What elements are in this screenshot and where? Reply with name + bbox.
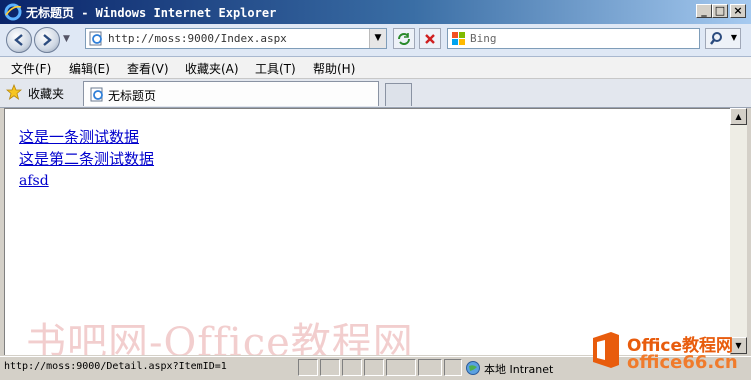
search-button[interactable]: ▼: [705, 28, 741, 49]
favorites-label: 收藏夹: [28, 87, 65, 101]
security-zone-label: 本地 Intranet: [484, 363, 554, 376]
status-cell: [320, 359, 340, 376]
status-cell: [418, 359, 442, 376]
forward-arrow-icon: [43, 34, 52, 46]
address-field[interactable]: http://moss:9000/Index.aspx ▼: [85, 28, 387, 49]
back-button[interactable]: [6, 27, 32, 53]
intranet-zone-icon: [466, 361, 480, 375]
recent-pages-dropdown[interactable]: ▼: [63, 34, 73, 44]
search-icon: [710, 32, 722, 45]
menu-favorites[interactable]: 收藏夹(A): [185, 60, 239, 77]
minimize-button[interactable]: _: [696, 4, 712, 18]
content-link-3[interactable]: afsd: [19, 173, 49, 189]
status-cell: [386, 359, 416, 376]
maximize-button[interactable]: □: [712, 4, 728, 18]
tab-page-icon: [90, 87, 103, 102]
search-options-dropdown-icon[interactable]: ▼: [731, 33, 737, 42]
forward-button[interactable]: [34, 27, 60, 53]
vertical-scrollbar[interactable]: ▲ ▼: [730, 108, 747, 354]
ie-page-icon: [89, 31, 102, 46]
status-cell: [364, 359, 384, 376]
status-cell: [298, 359, 318, 376]
menu-edit[interactable]: 编辑(E): [69, 60, 110, 77]
menu-file[interactable]: 文件(F): [11, 60, 51, 77]
search-box[interactable]: [447, 28, 700, 49]
title-bar: 无标题页 - Windows Internet Explorer _ □ ×: [0, 0, 751, 24]
status-text: http://moss:9000/Detail.aspx?ItemID=1: [4, 361, 227, 372]
new-tab-button[interactable]: [385, 83, 412, 106]
watermark: 书吧网-Office教程网: [26, 320, 414, 355]
content-link-2[interactable]: 这是第二条测试数据: [19, 148, 154, 169]
stop-button[interactable]: [419, 28, 441, 49]
menu-tools[interactable]: 工具(T): [255, 60, 296, 77]
status-cell: [342, 359, 362, 376]
tab-active[interactable]: 无标题页: [83, 81, 379, 106]
menu-view[interactable]: 查看(V): [127, 60, 169, 77]
tab-label: 无标题页: [108, 89, 157, 103]
search-input[interactable]: [470, 30, 690, 46]
close-button[interactable]: ×: [730, 4, 746, 18]
menu-bar: 文件(F) 编辑(E) 查看(V) 收藏夹(A) 工具(T) 帮助(H): [0, 57, 751, 79]
content-link-1[interactable]: 这是一条测试数据: [19, 126, 139, 147]
scroll-up-icon[interactable]: ▲: [730, 108, 747, 125]
refresh-icon: [398, 33, 410, 45]
favorites-star-icon: [6, 84, 22, 100]
office-logo-icon: [593, 332, 619, 368]
office-logo: Office教程网 office66.cn: [583, 326, 751, 379]
refresh-button[interactable]: [393, 28, 415, 49]
status-cell: [444, 359, 462, 376]
ie-logo-icon: [4, 3, 22, 21]
logo-domain: office66.cn: [627, 352, 738, 373]
favorites-bar: 收藏夹 无标题页: [0, 79, 751, 108]
stop-icon: [425, 34, 435, 44]
back-arrow-icon: [14, 34, 23, 46]
window-title: 无标题页 - Windows Internet Explorer: [26, 6, 277, 20]
address-toolbar: ▼ http://moss:9000/Index.aspx ▼ Bing ▼: [0, 24, 751, 57]
menu-help[interactable]: 帮助(H): [313, 60, 355, 77]
bing-icon: [452, 32, 465, 45]
page-content: 这是一条测试数据 这是第二条测试数据 afsd 书吧网-Office教程网: [4, 108, 730, 355]
address-url[interactable]: http://moss:9000/Index.aspx: [108, 32, 287, 45]
address-dropdown-icon[interactable]: ▼: [369, 29, 386, 48]
